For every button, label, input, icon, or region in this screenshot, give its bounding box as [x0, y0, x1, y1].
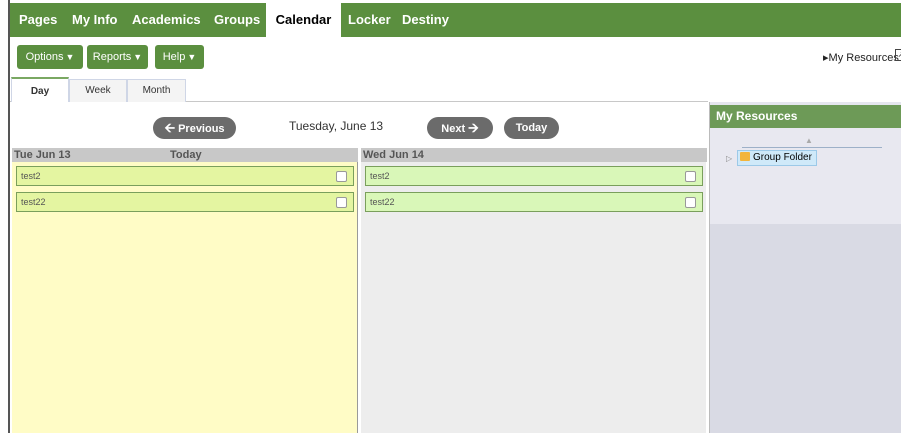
tab-week[interactable]: Week — [69, 79, 127, 102]
panel-title: My Resources — [710, 105, 901, 128]
day-column-next[interactable]: test2 test22 — [361, 162, 706, 433]
scroll-up-icon[interactable]: ▲ — [805, 136, 813, 145]
arrow-right-icon: 🡪 — [468, 120, 479, 135]
popout-icon[interactable]: ↗ — [895, 49, 901, 61]
expand-arrow-icon[interactable]: ▷ — [726, 154, 732, 163]
tab-month[interactable]: Month — [127, 79, 186, 102]
nav-item-academics[interactable]: Academics — [132, 3, 201, 37]
resources-tree: ▲ ▷ Group Folder — [710, 128, 901, 224]
previous-label: Previous — [178, 123, 225, 135]
tab-day[interactable]: Day — [11, 77, 69, 103]
nav-item-pages[interactable]: Pages — [19, 3, 57, 37]
previous-button[interactable]: 🡨 Previous — [153, 117, 236, 139]
nav-item-my-info[interactable]: My Info — [72, 3, 118, 37]
caret-down-icon: ▼ — [187, 52, 197, 62]
calendar-event[interactable]: test2 — [16, 166, 354, 186]
options-label: Options — [25, 51, 64, 63]
day-column-date: Tue Jun 13 — [14, 149, 71, 161]
day-column-today[interactable]: test2 test22 — [12, 162, 358, 433]
calendar-event[interactable]: test22 — [16, 192, 354, 212]
my-resources-panel: My Resources ▲ ▷ Group Folder — [709, 102, 901, 433]
next-label: Next — [441, 123, 466, 135]
current-date: Tuesday, June 13 — [289, 119, 384, 133]
day-column-header: Tue Jun 13 Today — [12, 148, 358, 162]
day-column-date: Wed Jun 14 — [363, 149, 424, 161]
caret-down-icon: ▼ — [133, 52, 143, 62]
day-column-header: Wed Jun 14 — [361, 148, 707, 162]
today-button[interactable]: Today — [504, 117, 559, 139]
my-resources-link[interactable]: ▸My Resources — [823, 51, 899, 64]
event-title: test22 — [21, 197, 46, 207]
event-title: test2 — [370, 171, 390, 181]
nav-item-locker[interactable]: Locker — [348, 3, 391, 37]
reports-label: Reports — [92, 51, 132, 63]
nav-item-calendar[interactable]: Calendar — [266, 3, 341, 37]
top-nav-bar: Pages My Info Academics Groups Calendar … — [10, 3, 901, 37]
event-checkbox[interactable] — [685, 197, 696, 208]
divider — [742, 147, 882, 148]
options-button[interactable]: Options ▼ — [17, 45, 83, 69]
event-title: test2 — [21, 171, 41, 181]
nav-item-groups[interactable]: Groups — [214, 3, 260, 37]
event-checkbox[interactable] — [336, 171, 347, 182]
next-button[interactable]: Next 🡪 — [427, 117, 493, 139]
calendar-event[interactable]: test22 — [365, 192, 703, 212]
folder-icon — [740, 152, 750, 161]
help-label: Help — [162, 51, 186, 63]
panel-empty-area — [710, 224, 901, 433]
calendar-event[interactable]: test2 — [365, 166, 703, 186]
help-button[interactable]: Help ▼ — [155, 45, 204, 69]
my-resources-link-label: My Resources — [828, 52, 899, 64]
event-checkbox[interactable] — [685, 171, 696, 182]
caret-down-icon: ▼ — [65, 52, 75, 62]
arrow-left-icon: 🡨 — [164, 120, 176, 135]
view-tabs: Day Week Month — [10, 77, 708, 103]
nav-item-destiny[interactable]: Destiny — [402, 3, 449, 37]
event-checkbox[interactable] — [336, 197, 347, 208]
event-title: test22 — [370, 197, 395, 207]
group-folder-item[interactable]: Group Folder — [737, 150, 817, 166]
toolbar: Options ▼ Reports ▼ Help ▼ ▸My Resources ↗ — [10, 37, 901, 77]
folder-label: Group Folder — [753, 152, 812, 163]
today-badge: Today — [170, 149, 202, 161]
reports-button[interactable]: Reports ▼ — [87, 45, 148, 69]
